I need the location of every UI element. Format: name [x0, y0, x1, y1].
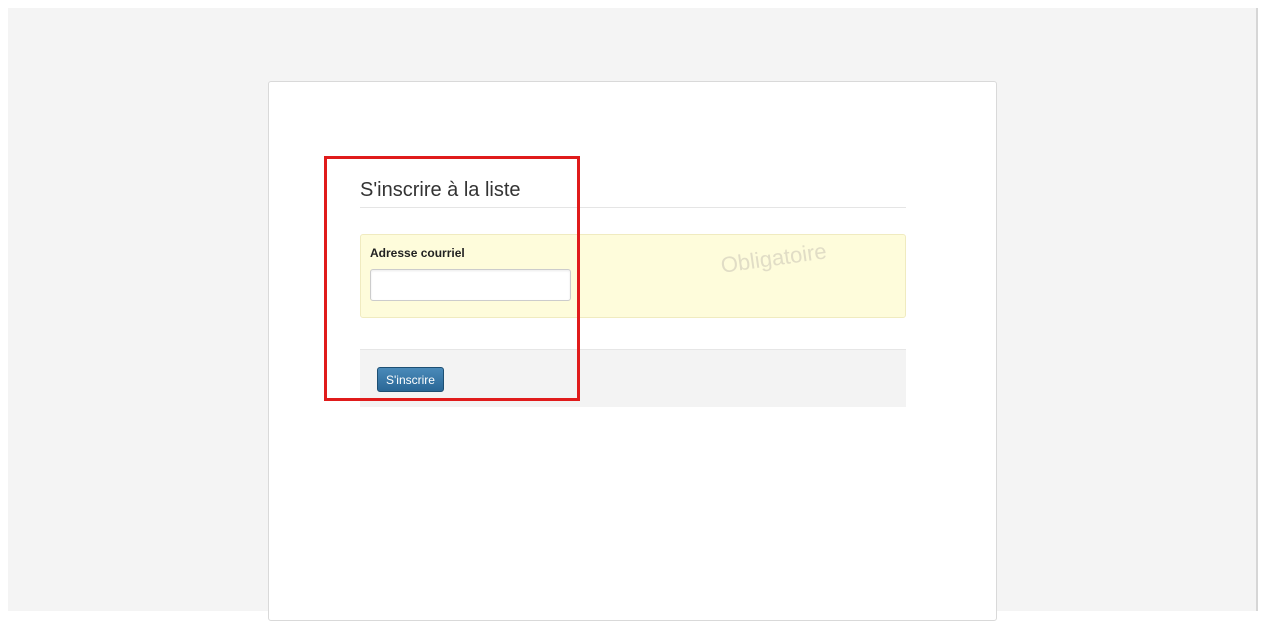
subscribe-button[interactable]: S'inscrire [377, 367, 444, 392]
form-actions: S'inscrire [360, 349, 906, 407]
email-label: Adresse courriel [370, 246, 465, 260]
subscribe-card: S'inscrire à la liste Adresse courriel O… [268, 81, 997, 621]
email-field-group: Adresse courriel Obligatoire [360, 234, 906, 318]
window-edge [1256, 8, 1258, 611]
email-input[interactable] [370, 269, 571, 301]
form-title: S'inscrire à la liste [360, 179, 521, 201]
title-divider [360, 207, 906, 208]
required-watermark: Obligatoire [719, 238, 829, 278]
